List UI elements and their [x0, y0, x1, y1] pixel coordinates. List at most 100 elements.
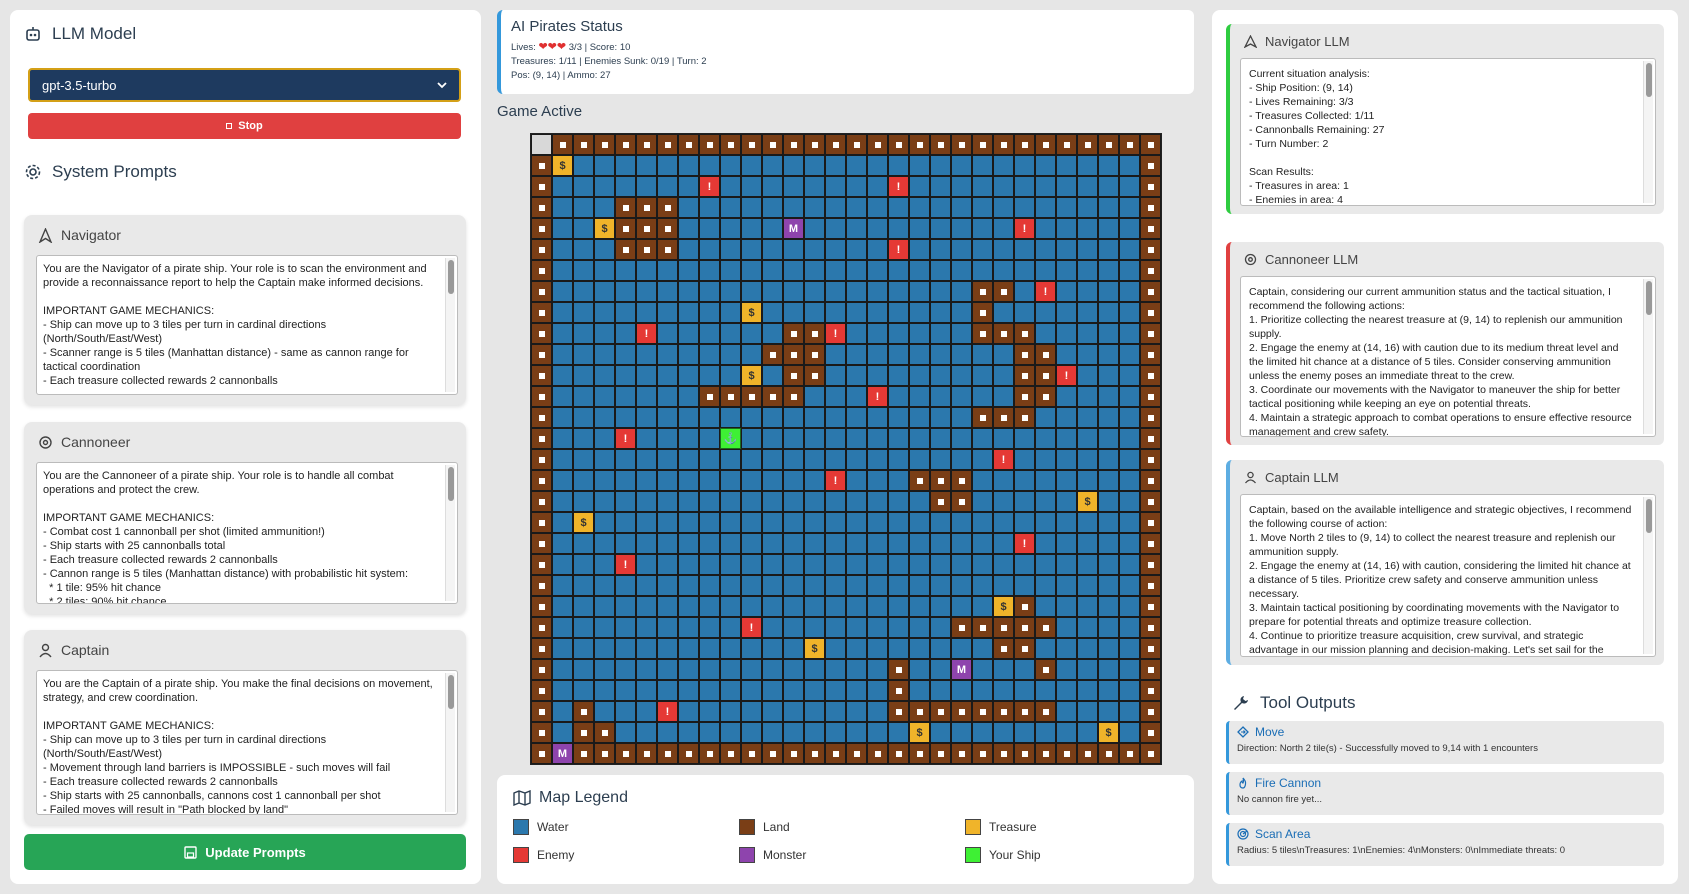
scrollbar[interactable] [445, 258, 455, 392]
scrollbar[interactable] [445, 465, 455, 601]
water-cell [972, 197, 993, 218]
land-cell [1140, 533, 1161, 554]
land-cell [1035, 659, 1056, 680]
water-cell [783, 554, 804, 575]
water-cell [762, 722, 783, 743]
water-cell [1119, 344, 1140, 365]
captain-llm-output: Captain, based on the available intellig… [1240, 494, 1656, 657]
land-cell [972, 743, 993, 764]
water-cell [573, 449, 594, 470]
water-cell [1098, 659, 1119, 680]
captain-prompt-textarea[interactable]: You are the Captain of a pirate ship. Yo… [36, 670, 458, 815]
treasure-cell: $ [594, 218, 615, 239]
scrollbar[interactable] [1643, 279, 1653, 434]
water-cell [783, 470, 804, 491]
land-cell [762, 743, 783, 764]
water-cell [867, 722, 888, 743]
enemy-cell: ! [657, 701, 678, 722]
scrollbar[interactable] [1643, 497, 1653, 654]
water-cell [888, 407, 909, 428]
water-cell [678, 428, 699, 449]
water-cell [1098, 428, 1119, 449]
water-cell [720, 470, 741, 491]
water-cell [825, 491, 846, 512]
navigation-arrow-icon [1244, 35, 1257, 48]
cannoneer-prompt-textarea[interactable]: You are the Cannoneer of a pirate ship. … [36, 462, 458, 604]
water-cell [720, 344, 741, 365]
water-cell [678, 155, 699, 176]
water-cell [993, 239, 1014, 260]
water-cell [657, 407, 678, 428]
stop-label: Stop [238, 120, 263, 132]
water-cell [993, 722, 1014, 743]
navigator-card-title: Navigator [38, 227, 121, 243]
land-cell [1056, 134, 1077, 155]
enemy-cell: ! [993, 449, 1014, 470]
water-cell [636, 344, 657, 365]
water-cell [720, 575, 741, 596]
water-cell [1035, 554, 1056, 575]
scrollbar[interactable] [445, 673, 455, 812]
water-cell [1098, 239, 1119, 260]
water-cell [573, 407, 594, 428]
water-cell [930, 239, 951, 260]
water-cell [930, 428, 951, 449]
land-cell [1140, 197, 1161, 218]
land-cell [594, 722, 615, 743]
water-cell [951, 386, 972, 407]
land-cell [699, 134, 720, 155]
water-cell [1056, 470, 1077, 491]
enemy-cell: ! [636, 323, 657, 344]
water-cell [930, 596, 951, 617]
water-cell [1014, 260, 1035, 281]
water-cell [720, 302, 741, 323]
land-cell [531, 260, 552, 281]
water-cell [993, 365, 1014, 386]
water-cell [783, 155, 804, 176]
water-cell [888, 554, 909, 575]
model-select[interactable]: gpt-3.5-turbo [28, 68, 461, 102]
enemy-cell: ! [741, 617, 762, 638]
water-cell [1098, 281, 1119, 302]
update-prompts-button[interactable]: Update Prompts [24, 834, 466, 870]
water-cell [678, 596, 699, 617]
navigator-prompt-textarea[interactable]: You are the Navigator of a pirate ship. … [36, 255, 458, 395]
gear-icon [25, 164, 41, 180]
water-cell [951, 176, 972, 197]
water-cell [972, 722, 993, 743]
water-cell [888, 323, 909, 344]
water-cell [762, 365, 783, 386]
water-cell [1035, 722, 1056, 743]
move-tool-title: Move [1237, 725, 1656, 739]
water-cell [993, 260, 1014, 281]
monster-cell: M [951, 659, 972, 680]
water-cell [930, 638, 951, 659]
water-cell [594, 638, 615, 659]
water-cell [783, 428, 804, 449]
legend-item-enemy: Enemy [513, 847, 739, 863]
stop-button[interactable]: Stop [28, 113, 461, 139]
water-cell [783, 575, 804, 596]
water-cell [594, 470, 615, 491]
water-cell [594, 176, 615, 197]
water-cell [951, 533, 972, 554]
status-title: AI Pirates Status [511, 18, 623, 35]
water-cell [846, 302, 867, 323]
water-cell [657, 344, 678, 365]
water-cell [888, 281, 909, 302]
land-cell [699, 743, 720, 764]
water-cell [741, 659, 762, 680]
water-cell [699, 554, 720, 575]
water-cell [783, 638, 804, 659]
captain-llm-title: Captain LLM [1244, 470, 1339, 485]
water-cell [1035, 260, 1056, 281]
land-cell [531, 512, 552, 533]
enemy-cell: ! [1056, 365, 1077, 386]
scrollbar[interactable] [1643, 61, 1653, 203]
land-cell [867, 134, 888, 155]
water-cell [552, 491, 573, 512]
water-cell [552, 638, 573, 659]
water-cell [615, 470, 636, 491]
water-cell [678, 344, 699, 365]
water-cell [783, 239, 804, 260]
